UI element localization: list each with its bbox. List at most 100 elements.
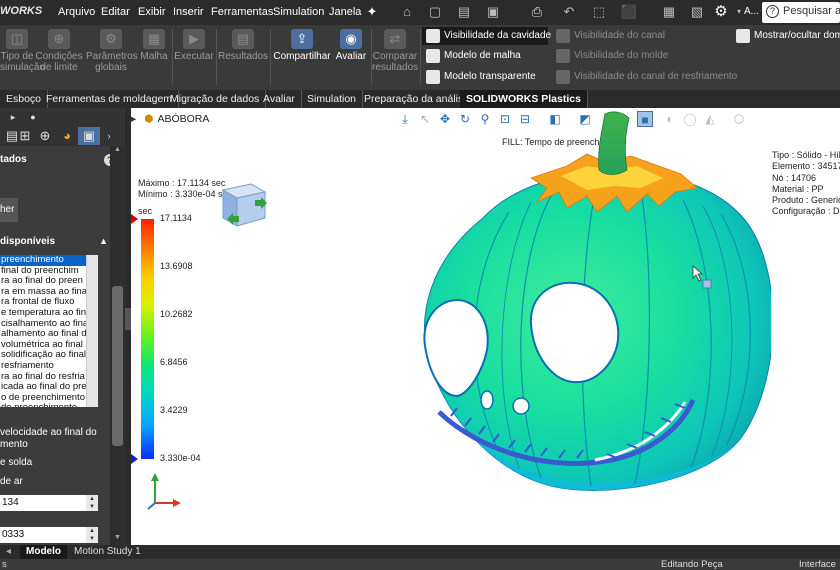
transparent-model-toggle[interactable]: Modelo transparente xyxy=(422,68,548,86)
max-marker-icon xyxy=(131,214,138,224)
simulation-type-button[interactable]: ◫ Tipo de simulação xyxy=(0,25,45,90)
result-list-item[interactable]: ra frontal de fluxo xyxy=(0,297,98,308)
weld-lines-option[interactable]: e solda xyxy=(0,457,32,469)
max-value-input[interactable]: 134 xyxy=(0,495,98,511)
tab-motion-study-1[interactable]: Motion Study 1 xyxy=(68,545,147,559)
result-list-item[interactable]: ra ao final do resfria xyxy=(0,372,98,383)
graphics-viewport[interactable]: ▸⬢ABÓBORA ⤓ ↖ ✥ ↻ ⚲ ⊡ ⊟ ◧ ◩ ◉ ■ ◐ ◯ ◭ ⬡ … xyxy=(131,108,840,545)
part-icon: ⬢ xyxy=(144,113,154,125)
mold-visibility-toggle[interactable]: Visibilidade do molde xyxy=(552,47,722,65)
undo-icon[interactable]: ↶ xyxy=(560,3,578,21)
file-properties-icon[interactable]: ▦ xyxy=(660,3,678,21)
run-button[interactable]: ▶ Executar xyxy=(174,25,214,90)
select-icon[interactable]: ⬚ xyxy=(590,3,608,21)
new-document-icon[interactable]: ▢ xyxy=(426,3,444,21)
search-input[interactable]: ?Pesquisar a ajud xyxy=(762,2,840,23)
open-icon[interactable]: ▤ xyxy=(455,3,473,21)
tab-simulation[interactable]: Simulation xyxy=(301,90,364,108)
chevron-right-icon[interactable]: › xyxy=(98,127,120,145)
appearance-icon[interactable]: ◕ xyxy=(56,127,78,145)
scroll-thumb[interactable] xyxy=(112,286,123,446)
tab-avaliar[interactable]: Avaliar xyxy=(257,90,302,108)
tab-solidworks-plastics[interactable]: SOLIDWORKS Plastics xyxy=(460,90,588,108)
velocity-option[interactable]: velocidade ao final do mento xyxy=(0,427,108,451)
result-list-item[interactable]: volumétrica ao final d xyxy=(0,340,98,351)
status-editing: Editando Peça xyxy=(661,559,723,570)
result-list-item[interactable]: resfriamento xyxy=(0,361,98,372)
scroll-left-icon[interactable]: ◂ xyxy=(0,545,17,559)
scroll-down-icon[interactable]: ▼ xyxy=(110,534,125,544)
result-list-item[interactable]: alhamento ao final d xyxy=(0,329,98,340)
result-list-item[interactable]: cisalhamento ao fina xyxy=(0,319,98,330)
plastics-manager-icon[interactable]: ▣ xyxy=(78,127,100,145)
orientation-cube[interactable] xyxy=(213,178,271,230)
cavity-visibility-icon xyxy=(426,29,440,43)
show-hide-domains-toggle[interactable]: Mostrar/ocultar domí xyxy=(732,27,840,45)
channel-visibility-toggle[interactable]: Visibilidade do canal xyxy=(552,27,722,45)
menu-editar[interactable]: Editar xyxy=(101,6,130,18)
tab-ferramentas-de-moldagem[interactable]: Ferramentas de moldagem xyxy=(40,90,180,108)
property-manager-icon[interactable]: ⊞ xyxy=(14,127,36,145)
gear-icon[interactable]: ⚙ xyxy=(712,3,730,21)
result-list-item[interactable]: o de preenchimento xyxy=(0,393,98,404)
save-icon[interactable]: ▣ xyxy=(484,3,502,21)
global-parameters-button[interactable]: ⚙ Parâmetros globais xyxy=(86,25,138,90)
tab-other[interactable]: her xyxy=(0,198,18,222)
rebuild-icon[interactable]: ⬛ xyxy=(620,3,638,21)
pumpkin-fill-time-plot[interactable] xyxy=(391,108,771,545)
menu-inserir[interactable]: Inserir xyxy=(173,6,204,18)
menu-exibir[interactable]: Exibir xyxy=(138,6,166,18)
evaluate-button[interactable]: ◉ Avaliar xyxy=(333,25,369,90)
results-list[interactable]: preenchimento final do preenchim ra ao fin… xyxy=(0,255,98,407)
print-icon[interactable]: ⎙ xyxy=(528,3,546,21)
property-line: Configuração : De xyxy=(772,206,840,217)
command-button-label: Condições de limite xyxy=(35,51,83,73)
home-icon[interactable]: ⌂ xyxy=(398,3,416,21)
tab-preparacao-da-analise[interactable]: Preparação da análise xyxy=(358,90,477,108)
list-scrollbar[interactable] xyxy=(86,255,98,407)
menu-simulation[interactable]: Simulation xyxy=(273,6,324,18)
pin-icon[interactable]: ● xyxy=(22,108,44,126)
result-list-item[interactable]: preenchimento xyxy=(0,255,98,266)
tab-modelo[interactable]: Modelo xyxy=(20,545,67,559)
panel-scrollbar[interactable]: ▲ ▼ xyxy=(110,146,125,545)
compare-results-button[interactable]: ⇄ Comparar resultados xyxy=(372,25,418,90)
result-list-item[interactable]: final do preenchim xyxy=(0,266,98,277)
results-icon: ▤ xyxy=(232,29,254,49)
command-button-label: Compartilhar xyxy=(273,51,331,62)
pin-icon[interactable]: ✦ xyxy=(363,3,381,21)
results-button[interactable]: ▤ Resultados xyxy=(218,25,268,90)
menu-arquivo[interactable]: Arquivo xyxy=(58,6,95,18)
min-value-input[interactable]: 0333 xyxy=(0,527,98,543)
result-list-item[interactable]: ra em massa ao final xyxy=(0,287,98,298)
feature-tree-flyout[interactable]: ▸ ⬢ ABÓBORA xyxy=(131,113,209,125)
collapse-caret-icon[interactable]: ▲ xyxy=(99,236,108,246)
expand-arrow-icon[interactable]: ▸ xyxy=(131,113,136,125)
result-list-item[interactable]: de preenchimento xyxy=(0,403,98,407)
mesh-model-toggle[interactable]: Modelo de malha xyxy=(422,47,548,65)
min-spinner[interactable]: ▲ ▼ xyxy=(86,527,98,543)
property-line: Tipo : Sólido - Híbr xyxy=(772,150,840,160)
result-list-item[interactable]: ra ao final do preen xyxy=(0,276,98,287)
boundary-conditions-button[interactable]: ⊕ Condições de limite xyxy=(34,25,84,90)
scale-tick-label: 10.2682 xyxy=(160,309,193,319)
share-button[interactable]: ⇪ Compartilhar xyxy=(272,25,332,90)
dimxpert-icon[interactable]: ⊕ xyxy=(34,127,56,145)
scroll-up-icon[interactable]: ▲ xyxy=(110,146,125,156)
options-icon[interactable]: ▧ xyxy=(688,3,706,21)
result-list-item[interactable]: solidificação ao final xyxy=(0,350,98,361)
tab-migracao-de-dados[interactable]: Migração de dados xyxy=(164,90,267,108)
available-results-section[interactable]: disponíveis ▲ xyxy=(0,236,108,247)
air-traps-option[interactable]: de ar xyxy=(0,476,23,488)
cooling-channel-visibility-toggle[interactable]: Visibilidade do canal de resfriamento xyxy=(552,68,737,86)
result-list-item[interactable]: icada ao final do pre xyxy=(0,382,98,393)
menu-janela[interactable]: Janela xyxy=(329,6,361,18)
menu-ferramentas[interactable]: Ferramentas xyxy=(211,6,273,18)
mesh-button[interactable]: ▦ Malha xyxy=(138,25,170,90)
help-label[interactable]: A... xyxy=(744,6,759,17)
filter-icon[interactable]: ▸ xyxy=(2,108,24,126)
cavity-visibility-toggle[interactable]: Visibilidade da cavidade xyxy=(422,27,551,45)
max-spinner[interactable]: ▲ ▼ xyxy=(86,495,98,511)
boundary-conditions-icon: ⊕ xyxy=(48,29,70,49)
result-list-item[interactable]: e temperatura ao fina xyxy=(0,308,98,319)
